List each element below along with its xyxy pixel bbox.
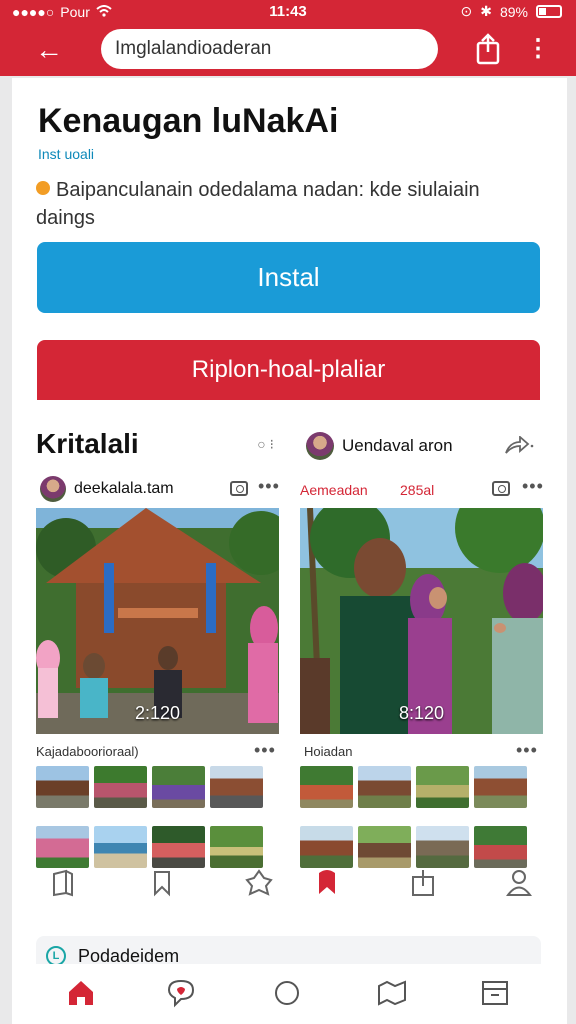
post-caption: Hoiadan bbox=[304, 744, 353, 759]
action-row bbox=[12, 868, 567, 908]
post-username[interactable]: Aemeadan bbox=[300, 482, 368, 498]
thumbnail-grid bbox=[36, 766, 263, 868]
app-description: Baipanculanain odedalama nadan: kde siul… bbox=[36, 176, 536, 232]
secondary-button[interactable]: Riplon-hoal-plaliar bbox=[37, 340, 540, 400]
avatar[interactable] bbox=[40, 476, 66, 502]
thumbnail[interactable] bbox=[416, 826, 469, 868]
thumbnail[interactable] bbox=[474, 766, 527, 808]
app-title: Kenaugan luNakAi bbox=[38, 102, 339, 140]
thumbnail[interactable] bbox=[358, 826, 411, 868]
app-subtitle[interactable]: Inst uoali bbox=[38, 146, 94, 162]
app-bar: ← Imglalandioaderan ⋮ bbox=[0, 24, 576, 76]
bookmark-filled-icon[interactable] bbox=[312, 868, 342, 898]
share-arrow-icon[interactable] bbox=[504, 435, 534, 461]
status-bar: ●●●●○ Pour 11:43 ⊙ ✱ 89% bbox=[0, 0, 576, 24]
battery-percent: 89% bbox=[499, 3, 528, 20]
alarm-icon: ⊙ bbox=[460, 3, 473, 19]
post-caption: Kajadaboorioraal) bbox=[36, 744, 139, 759]
thumbnail[interactable] bbox=[300, 826, 353, 868]
share-box-icon[interactable] bbox=[408, 868, 438, 898]
post-count: 285al bbox=[400, 482, 435, 498]
photo-timestamp: 8:120 bbox=[398, 703, 445, 723]
post-username[interactable]: deekalala.tam bbox=[74, 480, 174, 498]
home-icon[interactable] bbox=[64, 976, 98, 1010]
camera-icon[interactable] bbox=[492, 481, 510, 496]
options-icon[interactable]: ○ ⁝ bbox=[257, 436, 274, 453]
caption-more-icon[interactable]: ••• bbox=[516, 740, 538, 761]
bookmark-outline-icon[interactable] bbox=[147, 868, 177, 898]
status-right: ⊙ ✱ 89% bbox=[460, 3, 562, 20]
feed: Kritalali ○ ⁝ deekalala.tam ••• 2:120 Ka… bbox=[12, 400, 567, 1000]
thumbnail[interactable] bbox=[210, 826, 263, 868]
circle-icon[interactable] bbox=[270, 976, 304, 1010]
promo-icon: L bbox=[46, 946, 66, 966]
person-icon[interactable] bbox=[504, 868, 534, 898]
thumbnail[interactable] bbox=[210, 766, 263, 808]
install-button[interactable]: Instal bbox=[37, 242, 540, 313]
battery-icon bbox=[536, 5, 562, 18]
bottom-nav bbox=[12, 964, 567, 1024]
thumbnail[interactable] bbox=[474, 826, 527, 868]
bookmark-icon[interactable] bbox=[48, 868, 78, 898]
thumbnail[interactable] bbox=[152, 826, 205, 868]
post-photo[interactable]: 8:120 bbox=[300, 508, 543, 734]
thumbnail[interactable] bbox=[300, 766, 353, 808]
more-menu-icon[interactable]: ⋮ bbox=[526, 34, 550, 66]
header-username[interactable]: Uendaval aron bbox=[342, 436, 453, 456]
thumbnail[interactable] bbox=[416, 766, 469, 808]
thumbnail[interactable] bbox=[94, 826, 147, 868]
post-more-icon[interactable]: ••• bbox=[522, 476, 544, 497]
puzzle-icon[interactable] bbox=[244, 868, 274, 898]
thumbnail[interactable] bbox=[358, 766, 411, 808]
thumbnail[interactable] bbox=[36, 766, 89, 808]
thumbnail-grid bbox=[300, 766, 527, 868]
post-photo[interactable]: 2:120 bbox=[36, 508, 279, 734]
people-scene-illustration bbox=[300, 508, 543, 734]
back-arrow-icon[interactable]: ← bbox=[32, 34, 66, 68]
photo-timestamp: 2:120 bbox=[134, 703, 181, 723]
header-avatar[interactable] bbox=[306, 432, 334, 460]
app-description-text: Baipanculanain odedalama nadan: kde siul… bbox=[36, 179, 480, 229]
camera-icon[interactable] bbox=[230, 481, 248, 496]
thumbnail[interactable] bbox=[94, 766, 147, 808]
heart-chat-icon[interactable] bbox=[164, 976, 198, 1010]
archive-icon[interactable] bbox=[478, 976, 512, 1010]
info-dot-icon bbox=[36, 181, 50, 195]
house-scene-illustration bbox=[36, 508, 279, 734]
url-field[interactable]: Imglalandioaderan bbox=[101, 29, 438, 69]
bluetooth-icon: ✱ bbox=[480, 3, 492, 19]
thumbnail[interactable] bbox=[152, 766, 205, 808]
caption-more-icon[interactable]: ••• bbox=[254, 740, 276, 761]
post-more-icon[interactable]: ••• bbox=[258, 476, 280, 497]
thumbnail[interactable] bbox=[36, 826, 89, 868]
map-icon[interactable] bbox=[375, 976, 409, 1010]
share-icon[interactable] bbox=[472, 32, 504, 66]
section-title: Kritalali bbox=[36, 428, 139, 459]
